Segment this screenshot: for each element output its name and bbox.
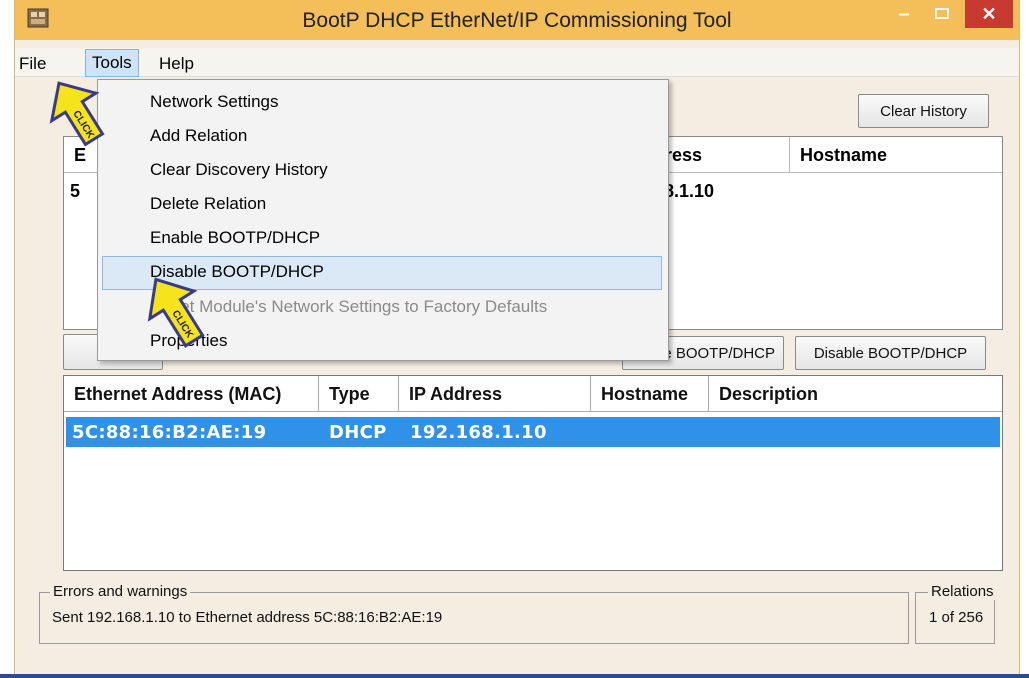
errors-label: Errors and warnings [50, 583, 191, 600]
menu-item-clear-discovery-history[interactable]: Clear Discovery History [150, 160, 328, 180]
discovery-cell-mac: 5 [70, 181, 81, 201]
menu-item-reset-factory-defaults: Reset Module's Network Settings to Facto… [150, 297, 548, 316]
close-button[interactable]: ✕ [965, 0, 1013, 28]
discovery-header-ip[interactable]: dress [654, 137, 790, 173]
clear-history-button[interactable]: Clear History [858, 94, 989, 128]
relation-header-mac[interactable]: Ethernet Address (MAC) [64, 376, 319, 412]
relation-header-type[interactable]: Type [319, 376, 399, 412]
relation-header-hostname[interactable]: Hostname [591, 376, 709, 412]
table-row[interactable]: 5C:88:16:B2:AE:19 DHCP 192.168.1.10 [66, 417, 1000, 447]
relation-cell-type: DHCP [329, 422, 387, 443]
maximize-icon [935, 8, 949, 19]
menu-item-enable-bootp[interactable]: Enable BOOTP/DHCP [150, 228, 320, 248]
relation-header-ip[interactable]: IP Address [399, 376, 591, 412]
relations-group: Relations 1 of 256 [915, 583, 997, 644]
menu-tools[interactable]: Tools [85, 49, 139, 77]
errors-text: Sent 192.168.1.10 to Ethernet address 5C… [52, 609, 443, 626]
app-window: BootP DHCP EtherNet/IP Commissioning Too… [14, 0, 1020, 678]
relation-list[interactable]: Ethernet Address (MAC) Type IP Address H… [63, 375, 1003, 571]
click-arrow-icon: CLICK [147, 277, 205, 348]
errors-group: Errors and warnings Sent 192.168.1.10 to… [39, 583, 909, 644]
relation-cell-mac: 5C:88:16:B2:AE:19 [72, 422, 267, 443]
title-bar[interactable]: BootP DHCP EtherNet/IP Commissioning Too… [15, 0, 1019, 40]
menu-file[interactable]: File [15, 52, 50, 76]
maximize-button[interactable] [929, 4, 957, 30]
menu-item-network-settings[interactable]: Network Settings [150, 92, 279, 112]
disable-bootp-button[interactable]: Disable BOOTP/DHCP [795, 336, 986, 370]
menu-bar: File Tools Help [15, 48, 1019, 77]
relation-cell-ip: 192.168.1.10 [410, 422, 547, 443]
click-arrow-icon: CLICK [49, 81, 105, 147]
discovery-header-hostname[interactable]: Hostname [790, 137, 1002, 173]
taskbar-edge [0, 674, 1029, 678]
menu-item-delete-relation[interactable]: Delete Relation [150, 194, 266, 214]
menu-item-add-relation[interactable]: Add Relation [150, 126, 247, 146]
relations-count: 1 of 256 [929, 609, 984, 626]
relation-header-description[interactable]: Description [709, 376, 1002, 412]
window-title: BootP DHCP EtherNet/IP Commissioning Too… [302, 9, 732, 32]
menu-help[interactable]: Help [155, 52, 198, 76]
minimize-button[interactable]: – [892, 4, 916, 28]
relations-label: Relations [928, 583, 997, 600]
